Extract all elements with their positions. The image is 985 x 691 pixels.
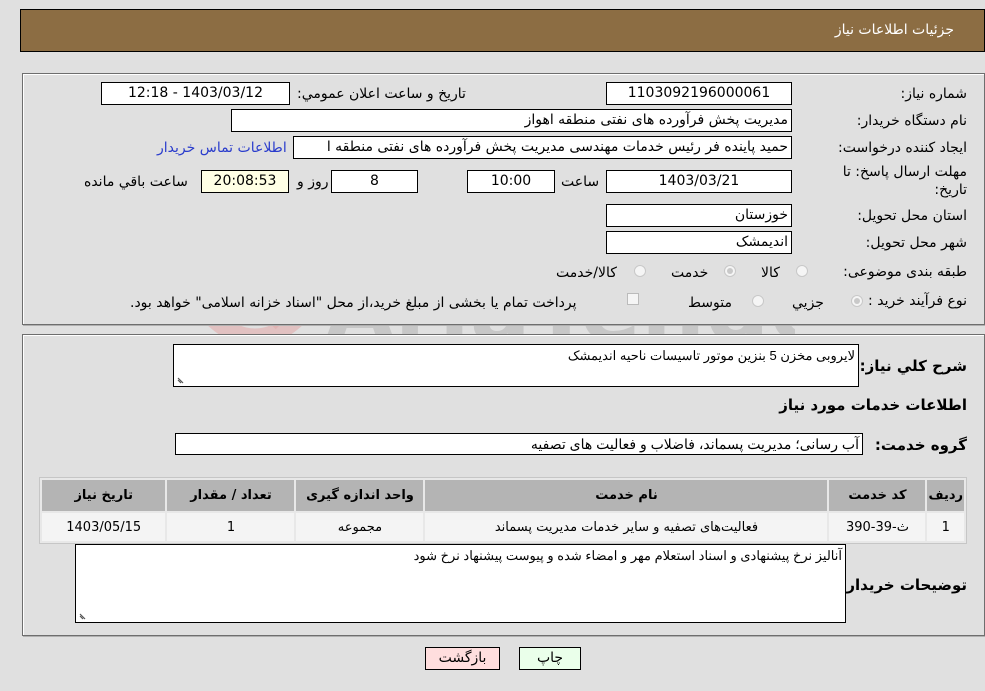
category-option-service: خدمت [671, 265, 709, 281]
cell-date: 1403/05/15 [42, 513, 166, 541]
time-remaining-field: 20:08:53 [201, 170, 289, 193]
cell-unit: مجموعه [296, 513, 424, 541]
resize-grip-icon[interactable] [78, 610, 88, 620]
requester-field[interactable]: حمید پاینده فر رئیس خدمات مهندسی مدیریت … [293, 136, 792, 159]
buyer-contact-link[interactable]: اطلاعات تماس خریدار [157, 140, 287, 156]
buyer-notes-text: آنالیز نرخ پیشنهادی و اسناد استعلام مهر … [413, 548, 842, 563]
service-group-field[interactable]: آب رسانی؛ مدیریت پسماند، فاضلاب و فعالیت… [175, 433, 863, 455]
requester-label: ایجاد کننده درخواست: [838, 140, 967, 156]
days-label: روز و [297, 174, 329, 190]
announce-datetime-field[interactable]: 1403/03/12 - 12:18 [101, 82, 290, 105]
table-row: 1 ث-39-390 فعالیت‌های تصفیه و سایر خدمات… [42, 513, 964, 541]
category-option-goods: کالا [761, 265, 780, 281]
table-header-row: رديف کد خدمت نام خدمت واحد اندازه گیری ت… [42, 480, 964, 511]
description-text: لایروبی مخزن 5 بنزین موتور تاسیسات ناحیه… [567, 348, 855, 363]
province-label: استان محل تحویل: [857, 208, 967, 224]
cell-row: 1 [927, 513, 964, 541]
back-button[interactable]: بازگشت [425, 647, 500, 670]
process-label: نوع فرآیند خرید : [868, 293, 967, 309]
deadline-label-line2: تاریخ: [934, 182, 967, 198]
city-field[interactable]: اندیمشک [606, 231, 792, 254]
description-label: شرح كلي نياز: [859, 357, 967, 375]
process-option-medium: متوسط [688, 295, 732, 311]
deadline-date-field[interactable]: 1403/03/21 [606, 170, 792, 193]
col-date-header: تاریخ نیاز [42, 480, 166, 511]
page-header: جزئيات اطلاعات نیاز [20, 9, 985, 52]
service-group-label: گروه خدمت: [874, 436, 967, 454]
services-table: رديف کد خدمت نام خدمت واحد اندازه گیری ت… [39, 477, 967, 544]
category-label: طبقه بندی موضوعی: [843, 264, 967, 280]
category-option-goods-service: کالا/خدمت [556, 265, 617, 281]
page-title: جزئيات اطلاعات نیاز [834, 22, 954, 38]
col-row-header: رديف [927, 480, 964, 511]
process-radio-minor[interactable] [851, 295, 863, 307]
province-field[interactable]: خوزستان [606, 204, 792, 227]
description-textarea[interactable]: لایروبی مخزن 5 بنزین موتور تاسیسات ناحیه… [173, 344, 859, 387]
resize-grip-icon[interactable] [176, 374, 186, 384]
category-radio-goods-service[interactable] [634, 265, 646, 277]
col-qty-header: تعداد / مقدار [167, 480, 295, 511]
treasury-checkbox-label: پرداخت تمام یا بخشی از مبلغ خرید،از محل … [130, 295, 577, 311]
buyer-org-label: نام دستگاه خریدار: [856, 113, 967, 129]
process-option-minor: جزيي [792, 295, 824, 311]
col-unit-header: واحد اندازه گیری [296, 480, 424, 511]
category-radio-service[interactable] [724, 265, 736, 277]
buyer-org-field[interactable]: مدیریت پخش فرآورده های نفتی منطقه اهواز [231, 109, 792, 132]
time-remaining-label: ساعت باقي مانده [84, 174, 188, 190]
announce-datetime-label: تاريخ و ساعت اعلان عمومي: [297, 86, 466, 102]
buyer-notes-textarea[interactable]: آنالیز نرخ پیشنهادی و اسناد استعلام مهر … [75, 544, 846, 623]
city-label: شهر محل تحویل: [865, 235, 967, 251]
days-remaining-field[interactable]: 8 [331, 170, 418, 193]
col-code-header: کد خدمت [829, 480, 926, 511]
buyer-notes-label: توضیحات خریدار: [840, 576, 967, 594]
category-radio-goods[interactable] [796, 265, 808, 277]
print-button[interactable]: چاپ [519, 647, 581, 670]
services-heading: اطلاعات خدمات مورد نیاز [779, 396, 967, 414]
treasury-checkbox[interactable] [627, 293, 639, 305]
need-number-field[interactable]: 1103092196000061 [606, 82, 792, 105]
cell-qty: 1 [167, 513, 295, 541]
cell-name: فعالیت‌های تصفیه و سایر خدمات مدیریت پسم… [425, 513, 828, 541]
deadline-time-field[interactable]: 10:00 [467, 170, 555, 193]
col-name-header: نام خدمت [425, 480, 828, 511]
deadline-label-line1: مهلت ارسال پاسخ: تا [842, 164, 967, 180]
process-radio-medium[interactable] [752, 295, 764, 307]
need-number-label: شماره نیاز: [900, 86, 968, 102]
deadline-time-label: ساعت [561, 174, 600, 190]
cell-code: ث-39-390 [829, 513, 926, 541]
